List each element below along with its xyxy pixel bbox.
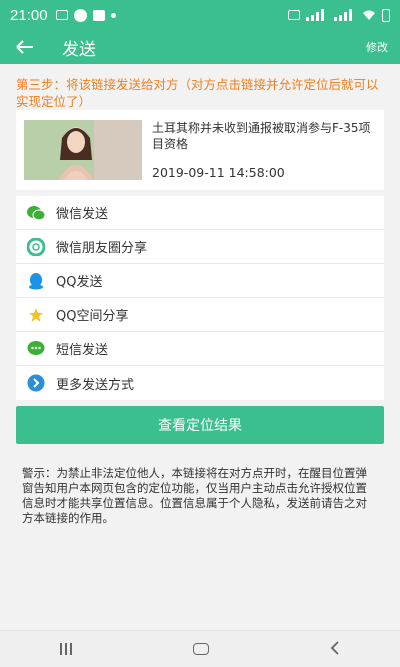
share-wechat[interactable]: 微信发送 xyxy=(16,196,384,230)
modify-button[interactable]: 修改 xyxy=(366,39,388,55)
step-instruction: 第三步：将该链接发送给对方（对方点击链接并允许定位后就可以实现定位了） xyxy=(16,77,379,109)
share-qq-label: QQ发送 xyxy=(56,275,103,290)
share-qq[interactable]: QQ发送 xyxy=(16,264,384,298)
warning-text: 警示：为禁止非法定位他人，本链接将在对方点开时，在醒目位置弹窗告知用户本网页包含… xyxy=(22,466,367,525)
news-thumbnail-image xyxy=(24,120,142,180)
status-bar: 21:00 xyxy=(0,0,400,30)
qzone-star-icon xyxy=(26,305,46,325)
share-sms-label: 短信发送 xyxy=(56,343,109,358)
system-nav-bar xyxy=(0,630,400,667)
battery-icon xyxy=(382,8,390,22)
share-more[interactable]: 更多发送方式 xyxy=(16,366,384,400)
status-time: 21:00 xyxy=(10,6,48,24)
app-notification-icon xyxy=(73,8,87,22)
moments-icon xyxy=(26,237,46,257)
nav-back-button[interactable] xyxy=(330,640,340,659)
back-button[interactable] xyxy=(0,30,50,64)
share-qzone-label: QQ空间分享 xyxy=(56,309,129,324)
signal-2-icon xyxy=(334,9,352,21)
more-notifications-dot-icon xyxy=(110,12,116,18)
nav-back-chevron-icon xyxy=(330,640,339,655)
page-title: 发送 xyxy=(62,39,96,60)
qq-icon xyxy=(26,271,46,291)
wechat-icon xyxy=(26,203,46,223)
share-moments[interactable]: 微信朋友圈分享 xyxy=(16,230,384,264)
link-date: 2019-09-11 14:58:00 xyxy=(152,165,285,180)
sms-bubble-icon xyxy=(26,339,46,359)
share-moments-label: 微信朋友圈分享 xyxy=(56,241,148,256)
recent-apps-button[interactable] xyxy=(60,643,73,655)
share-wechat-label: 微信发送 xyxy=(56,207,109,222)
view-location-result-button[interactable]: 查看定位结果 xyxy=(16,406,384,444)
share-options-list: 微信发送 微信朋友圈分享 QQ发送 QQ空间分享 短信发送 更多发送方式 xyxy=(16,196,384,400)
share-more-label: 更多发送方式 xyxy=(56,377,135,393)
link-title: 土耳其称并未收到通报被取消参与F-35项目资格 xyxy=(152,121,371,151)
check-notification-icon xyxy=(92,9,105,21)
image-notification-icon xyxy=(55,10,68,20)
more-arrow-icon xyxy=(26,373,46,393)
share-qzone[interactable]: QQ空间分享 xyxy=(16,298,384,332)
link-preview-card[interactable]: 土耳其称并未收到通报被取消参与F-35项目资格 2019-09-11 14:58… xyxy=(16,110,384,190)
signal-icon xyxy=(306,9,324,21)
back-arrow-icon xyxy=(16,40,33,54)
app-bar: 发送 修改 xyxy=(0,30,400,64)
share-sms[interactable]: 短信发送 xyxy=(16,332,384,366)
home-button[interactable] xyxy=(192,643,209,655)
wifi-icon xyxy=(363,10,375,20)
vibrate-icon xyxy=(288,10,300,20)
